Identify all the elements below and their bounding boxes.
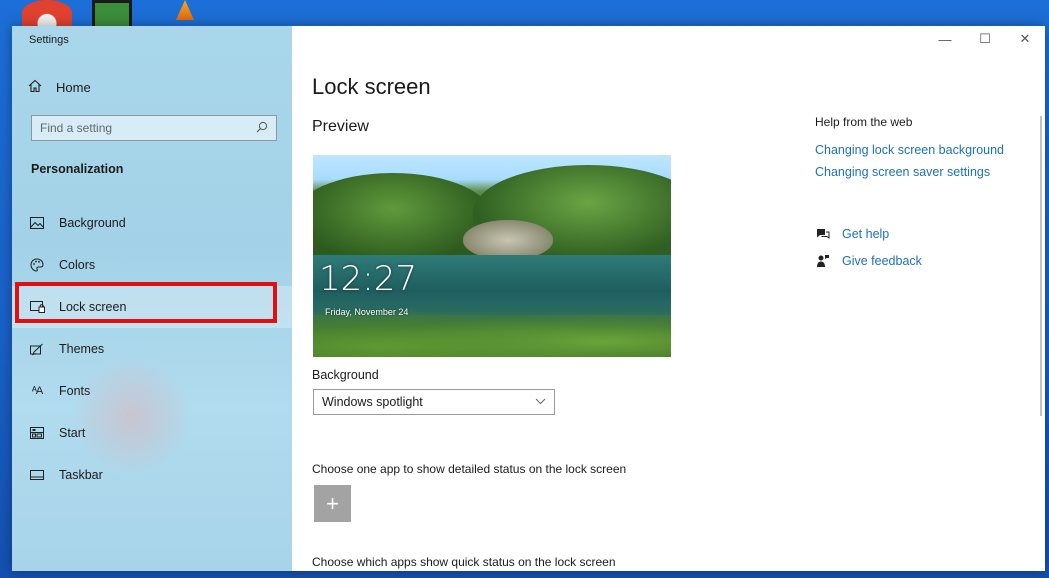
image-icon <box>29 217 45 229</box>
nav-list: Background Colors Lock screen Themes ᴬA … <box>12 202 292 496</box>
sidebar-item-label: Lock screen <box>59 300 127 314</box>
sidebar-item-label: Fonts <box>59 384 91 398</box>
scrollbar[interactable] <box>1040 116 1042 416</box>
preview-heading: Preview <box>312 118 369 135</box>
background-dropdown-value: Windows spotlight <box>322 395 423 409</box>
sidebar-item-background[interactable]: Background <box>12 202 292 244</box>
sidebar-item-start[interactable]: Start <box>12 412 292 454</box>
settings-window: Settings Home Find a setting Personaliza… <box>12 26 1045 571</box>
help-link-screen-saver[interactable]: Changing screen saver settings <box>815 165 1035 179</box>
chrome-taskbar-icon[interactable] <box>22 0 72 26</box>
fonts-icon: ᴬA <box>31 385 43 397</box>
app-taskbar-icon[interactable] <box>92 0 132 26</box>
quick-status-label: Choose which apps show quick status on t… <box>312 555 616 569</box>
get-help-link[interactable]: Get help <box>815 223 922 245</box>
sidebar: Settings Home Find a setting Personaliza… <box>12 26 292 571</box>
help-link-lock-screen-background[interactable]: Changing lock screen background <box>815 143 1035 157</box>
chat-help-icon <box>815 228 830 241</box>
give-feedback-label: Give feedback <box>842 254 922 268</box>
sidebar-item-colors[interactable]: Colors <box>12 244 292 286</box>
preview-date: Friday, November 24 <box>325 307 409 317</box>
feedback-person-icon <box>815 254 830 268</box>
help-actions: Get help Give feedback <box>815 223 922 277</box>
give-feedback-link[interactable]: Give feedback <box>815 250 922 272</box>
sidebar-item-taskbar[interactable]: Taskbar <box>12 454 292 496</box>
help-panel: Help from the web Changing lock screen b… <box>815 115 1035 187</box>
palette-icon <box>29 258 45 272</box>
themes-brush-icon <box>29 343 45 356</box>
search-icon[interactable] <box>256 121 268 136</box>
background-dropdown[interactable]: Windows spotlight <box>313 389 555 415</box>
taskbar-icon <box>29 470 45 480</box>
search-placeholder: Find a setting <box>40 121 113 135</box>
add-app-button[interactable]: + <box>314 485 351 522</box>
preview-rocks <box>463 220 553 260</box>
background-label: Background <box>312 368 379 382</box>
sidebar-item-label: Taskbar <box>59 468 103 482</box>
home-label: Home <box>56 79 91 95</box>
lock-screen-icon <box>29 301 45 313</box>
section-title: Personalization <box>31 162 124 176</box>
get-help-label: Get help <box>842 227 890 241</box>
main-content: Lock screen Preview 12:27 Friday, Novemb… <box>312 26 1032 571</box>
start-layout-icon <box>29 427 45 439</box>
page-title: Lock screen <box>312 74 431 99</box>
help-title: Help from the web <box>815 115 913 129</box>
preview-time: 12:27 <box>319 259 417 299</box>
search-input[interactable]: Find a setting <box>31 115 277 141</box>
detailed-status-label: Choose one app to show detailed status o… <box>312 462 627 476</box>
vlc-taskbar-icon[interactable] <box>176 0 194 20</box>
sidebar-item-label: Colors <box>59 258 96 272</box>
app-title: Settings <box>29 34 69 46</box>
home-link[interactable]: Home <box>28 76 91 98</box>
sidebar-item-label: Start <box>59 426 86 440</box>
home-icon <box>28 79 42 96</box>
sidebar-item-themes[interactable]: Themes <box>12 328 292 370</box>
sidebar-item-lock-screen[interactable]: Lock screen <box>12 286 292 328</box>
chevron-down-icon <box>535 396 546 408</box>
sidebar-item-label: Themes <box>59 342 105 356</box>
sidebar-item-label: Background <box>59 216 126 230</box>
lock-screen-preview: 12:27 Friday, November 24 <box>313 155 671 357</box>
sidebar-item-fonts[interactable]: ᴬA Fonts <box>12 370 292 412</box>
